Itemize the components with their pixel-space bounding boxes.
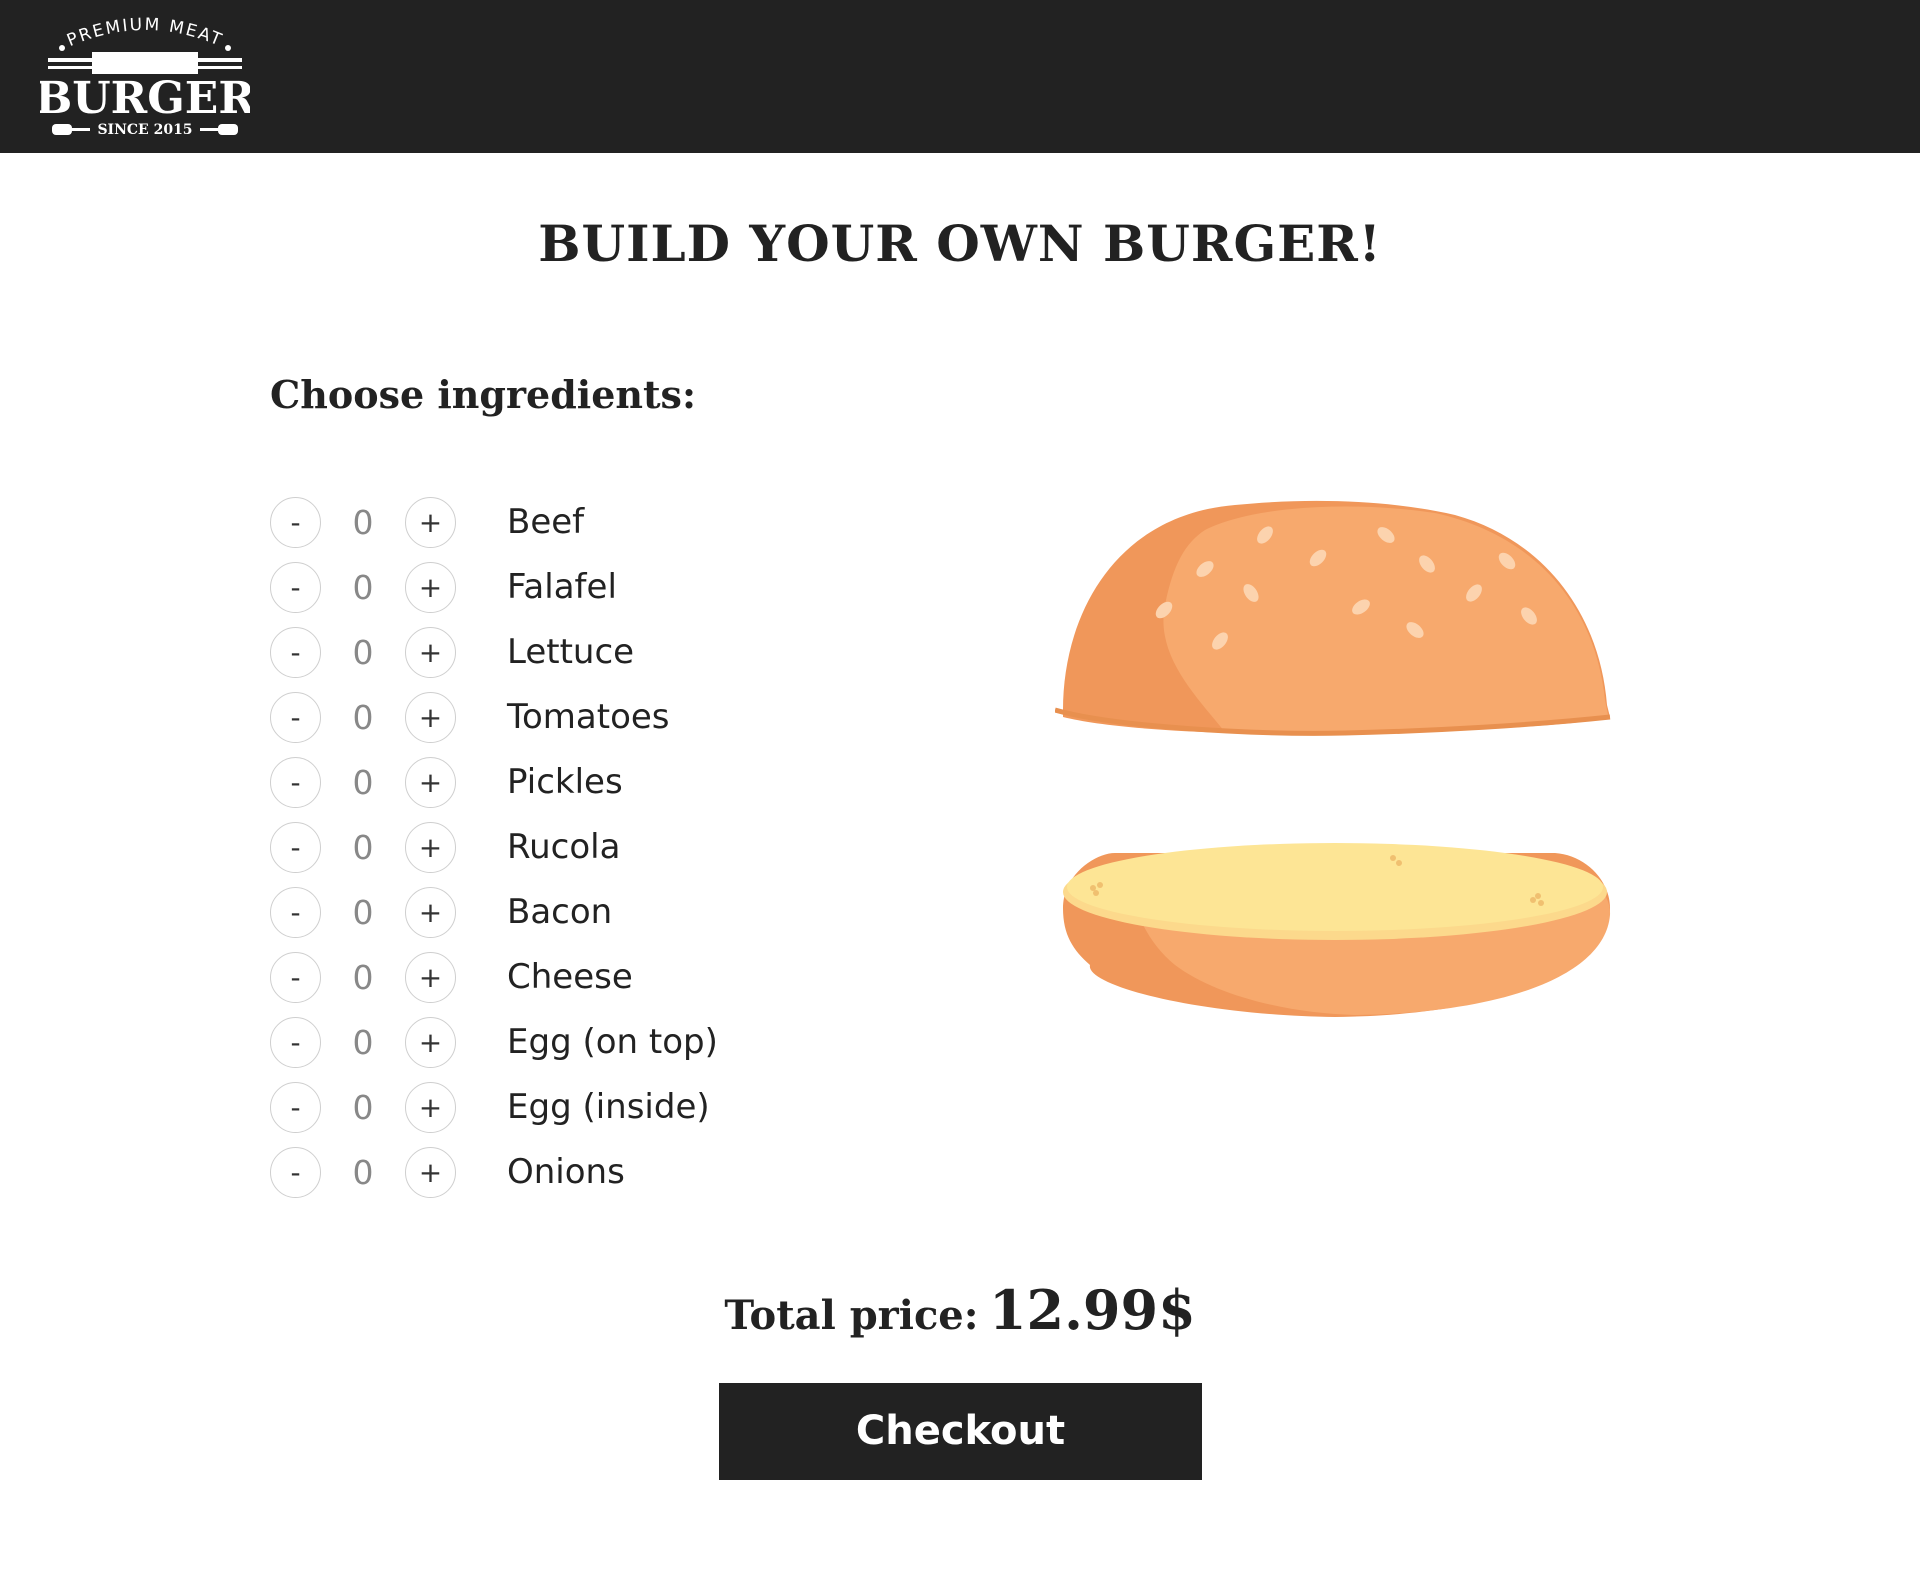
checkout-button[interactable]: Checkout <box>719 1383 1202 1480</box>
bacon-count: 0 <box>352 893 374 932</box>
ingredient-name: Egg (on top) <box>507 1022 718 1062</box>
ingredient-row-beef: - 0 + Beef <box>270 497 870 562</box>
falafel-count: 0 <box>352 568 374 607</box>
ingredient-row-egg-on-top: - 0 + Egg (on top) <box>270 1017 870 1082</box>
decrease-onions-button[interactable]: - <box>270 1147 321 1198</box>
burger-logo-icon: PREMIUM MEAT BURGER SINCE 2015 <box>40 15 250 138</box>
ingredient-name: Rucola <box>507 827 621 867</box>
cheese-count: 0 <box>352 958 374 997</box>
increase-onions-button[interactable]: + <box>405 1147 456 1198</box>
ingredients-list: - 0 + Beef - 0 + Falafel - 0 + Lettuce -… <box>270 497 870 1212</box>
ingredient-name: Bacon <box>507 892 613 932</box>
top-bun-icon <box>1054 500 1611 736</box>
logo-bottom-text: SINCE 2015 <box>97 122 192 138</box>
ingredients-title: Choose ingredients: <box>270 372 696 417</box>
bottom-bun-icon <box>1063 843 1611 1017</box>
increase-beef-button[interactable]: + <box>405 497 456 548</box>
total-price-value: 12.99$ <box>988 1278 1196 1342</box>
burger-preview <box>1054 495 1615 1025</box>
increase-bacon-button[interactable]: + <box>405 887 456 938</box>
decrease-egg-inside-button[interactable]: - <box>270 1082 321 1133</box>
tomatoes-count: 0 <box>352 698 374 737</box>
decrease-egg-on-top-button[interactable]: - <box>270 1017 321 1068</box>
ingredient-row-lettuce: - 0 + Lettuce <box>270 627 870 692</box>
logo-top-text: PREMIUM MEAT <box>64 15 224 51</box>
onions-count: 0 <box>352 1153 374 1192</box>
ingredient-row-cheese: - 0 + Cheese <box>270 952 870 1017</box>
increase-lettuce-button[interactable]: + <box>405 627 456 678</box>
increase-egg-on-top-button[interactable]: + <box>405 1017 456 1068</box>
total-price: Total price: 12.99$ <box>0 1278 1920 1342</box>
increase-egg-inside-button[interactable]: + <box>405 1082 456 1133</box>
ingredient-name: Beef <box>507 502 585 542</box>
ingredient-name: Pickles <box>507 762 623 802</box>
increase-pickles-button[interactable]: + <box>405 757 456 808</box>
ingredient-row-rucola: - 0 + Rucola <box>270 822 870 887</box>
decrease-beef-button[interactable]: - <box>270 497 321 548</box>
rucola-count: 0 <box>352 828 374 867</box>
increase-cheese-button[interactable]: + <box>405 952 456 1003</box>
ingredient-name: Lettuce <box>507 632 635 672</box>
decrease-lettuce-button[interactable]: - <box>270 627 321 678</box>
decrease-falafel-button[interactable]: - <box>270 562 321 613</box>
beef-count: 0 <box>352 503 374 542</box>
ingredient-name: Falafel <box>507 567 617 607</box>
decrease-cheese-button[interactable]: - <box>270 952 321 1003</box>
ingredient-name: Cheese <box>507 957 633 997</box>
ingredient-name: Onions <box>507 1152 625 1192</box>
ingredient-name: Egg (inside) <box>507 1087 710 1127</box>
logo-main-text: BURGER <box>40 73 250 124</box>
decrease-tomatoes-button[interactable]: - <box>270 692 321 743</box>
total-price-label: Total price: <box>724 1292 979 1339</box>
lettuce-count: 0 <box>352 633 374 672</box>
page-title: BUILD YOUR OWN BURGER! <box>538 214 1382 273</box>
increase-rucola-button[interactable]: + <box>405 822 456 873</box>
decrease-rucola-button[interactable]: - <box>270 822 321 873</box>
egg-on-top-count: 0 <box>352 1023 374 1062</box>
ingredient-row-tomatoes: - 0 + Tomatoes <box>270 692 870 757</box>
decrease-bacon-button[interactable]: - <box>270 887 321 938</box>
ingredient-row-egg-inside: - 0 + Egg (inside) <box>270 1082 870 1147</box>
ingredient-row-pickles: - 0 + Pickles <box>270 757 870 822</box>
ingredient-row-bacon: - 0 + Bacon <box>270 887 870 952</box>
decrease-pickles-button[interactable]: - <box>270 757 321 808</box>
burger-logo[interactable]: PREMIUM MEAT BURGER SINCE 2015 <box>40 12 250 142</box>
ingredient-name: Tomatoes <box>507 697 670 737</box>
svg-text:PREMIUM MEAT: PREMIUM MEAT <box>64 15 226 51</box>
egg-inside-count: 0 <box>352 1088 374 1127</box>
ingredient-row-falafel: - 0 + Falafel <box>270 562 870 627</box>
increase-tomatoes-button[interactable]: + <box>405 692 456 743</box>
ingredient-row-onions: - 0 + Onions <box>270 1147 870 1212</box>
increase-falafel-button[interactable]: + <box>405 562 456 613</box>
site-header: PREMIUM MEAT BURGER SINCE 2015 <box>0 0 1920 153</box>
pickles-count: 0 <box>352 763 374 802</box>
